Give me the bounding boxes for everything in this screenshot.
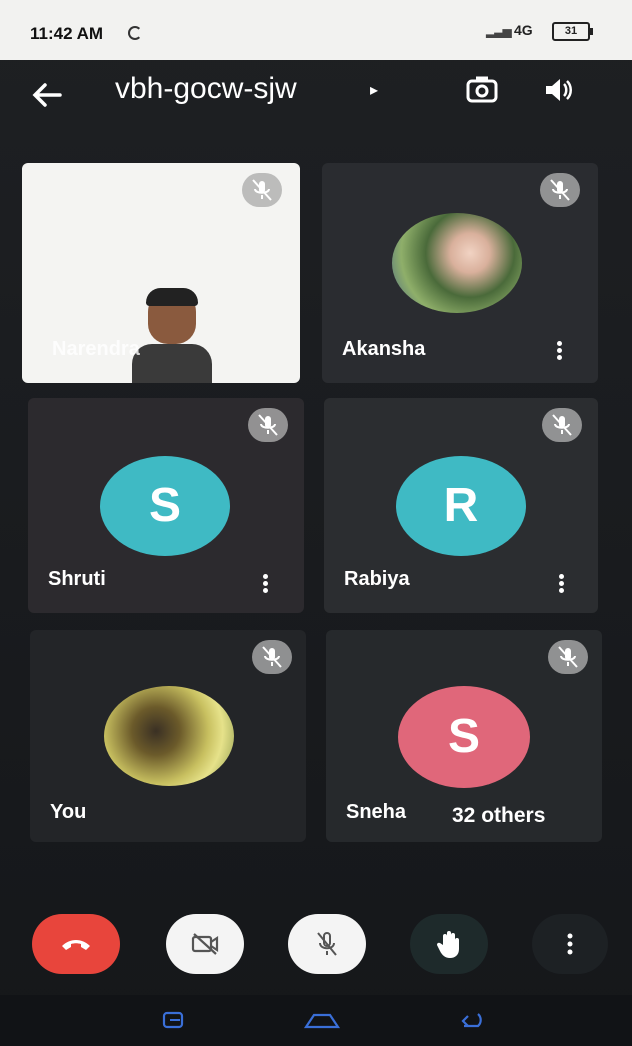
back-icon[interactable] [456,1009,486,1036]
mic-off-icon [252,640,292,674]
raise-hand-icon [436,931,459,958]
participant-tile[interactable]: You [30,630,306,842]
raise-hand-button[interactable] [410,914,488,974]
more-vert-icon [567,933,573,955]
participant-video [132,288,212,383]
more-options-icon[interactable] [554,339,564,365]
participant-tile[interactable]: Akansha [322,163,598,383]
mic-off-icon [317,932,337,956]
participant-name: Sneha [346,801,407,823]
speaker-icon[interactable] [540,72,576,108]
participant-initial-avatar: R [396,456,526,556]
more-options-icon[interactable] [556,572,566,598]
participant-photo [392,213,522,313]
status-time: 11:42 AM [30,24,104,43]
mic-off-icon [248,408,288,442]
end-call-icon [62,940,90,950]
top-bar: vbh-gocw-sjw ▸ [0,60,632,130]
participant-tile[interactable]: S Sneha 32 others [326,630,602,842]
meet-screen: 11:42 AM ▂▃▅ 4G 31 vbh-gocw-sjw ▸ Narend… [0,0,632,1046]
system-nav-bar [0,995,632,1046]
call-controls [0,880,632,990]
home-icon[interactable] [302,1009,342,1036]
participant-name: Narendra [52,338,140,360]
camera-off-icon [191,933,219,955]
end-call-button[interactable] [32,914,120,974]
participant-initial-avatar: S [398,686,530,788]
participant-name: You [50,801,87,823]
recent-apps-icon[interactable] [160,1009,190,1036]
sync-icon [128,26,142,40]
status-bar: 11:42 AM ▂▃▅ 4G 31 [0,0,632,60]
network-type: 4G [514,22,533,38]
others-count: 32 others [452,804,546,827]
signal-icon: ▂▃▅ [486,24,512,38]
mic-off-icon [242,173,282,207]
participant-photo [104,686,234,786]
mic-off-icon [548,640,588,674]
switch-camera-icon[interactable] [462,70,502,110]
chevron-right-icon[interactable]: ▸ [370,80,378,100]
more-options-icon[interactable] [260,572,270,598]
participant-name: Rabiya [344,568,410,590]
participant-tile[interactable]: R Rabiya [324,398,598,613]
more-options-button[interactable] [532,914,608,974]
participant-name: Shruti [48,568,106,590]
participant-name: Akansha [342,338,426,360]
mic-off-icon [542,408,582,442]
participant-tile[interactable]: Narendra [22,163,300,383]
battery-icon: 31 [552,22,593,41]
participant-initial-avatar: S [100,456,230,556]
participant-tile[interactable]: S Shruti [28,398,304,613]
back-arrow-icon[interactable] [30,78,64,112]
meeting-code[interactable]: vbh-gocw-sjw [115,72,297,106]
camera-toggle-button[interactable] [166,914,244,974]
mic-toggle-button[interactable] [288,914,366,974]
mic-off-icon [540,173,580,207]
